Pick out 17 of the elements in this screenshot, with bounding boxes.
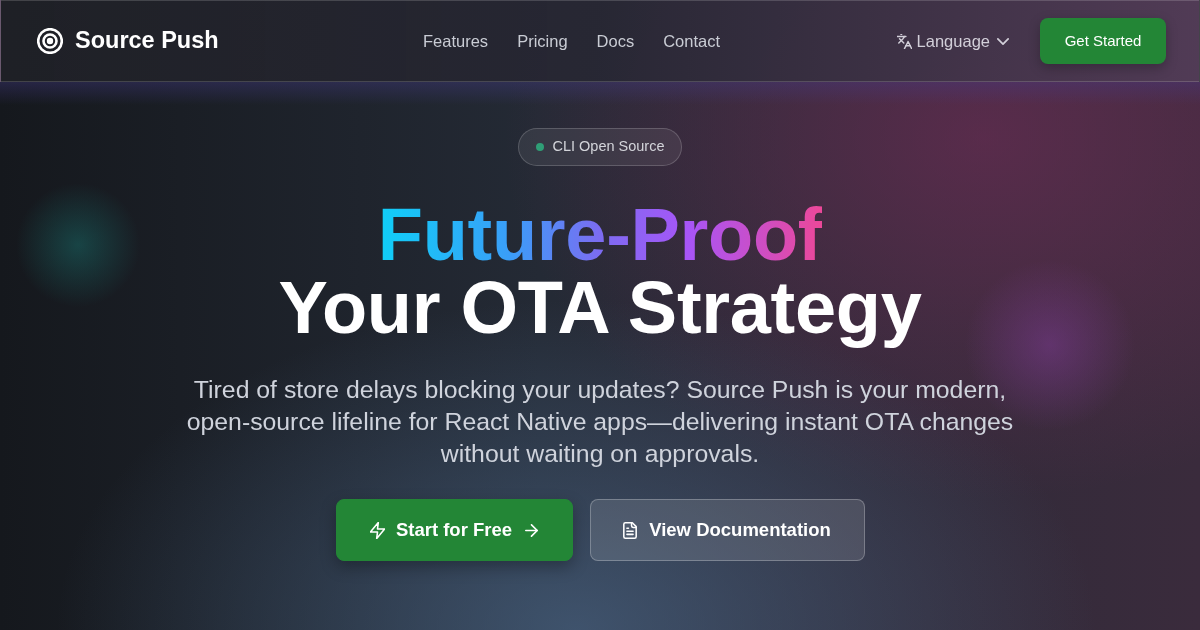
start-free-button[interactable]: Start for Free bbox=[335, 499, 573, 561]
chevron-down-icon bbox=[997, 37, 1009, 45]
hero-description: Tired of store delays blocking your updates? Source Push is your modern, open-source lifeline for React Native apps—delivering instant OTA changes without waiting on approvals. bbox=[185, 375, 1015, 469]
translate-icon bbox=[896, 33, 912, 49]
language-dropdown[interactable]: Language bbox=[896, 28, 1009, 54]
nav-link[interactable]: Docs bbox=[596, 28, 635, 54]
nav-link[interactable]: Contact bbox=[663, 28, 721, 54]
nav-link[interactable]: Pricing bbox=[517, 28, 568, 54]
lightning-icon bbox=[369, 521, 385, 539]
nav-link[interactable]: Features bbox=[423, 28, 489, 54]
view-docs-button[interactable]: View Documentation bbox=[589, 499, 865, 561]
open-source-badge: CLI Open Source bbox=[518, 128, 682, 166]
status-dot-icon bbox=[536, 143, 545, 151]
document-icon bbox=[623, 521, 638, 539]
get-started-button[interactable]: Get Started bbox=[1040, 18, 1166, 64]
target-icon bbox=[37, 28, 63, 54]
brand-name[interactable]: Source Push bbox=[75, 23, 219, 59]
